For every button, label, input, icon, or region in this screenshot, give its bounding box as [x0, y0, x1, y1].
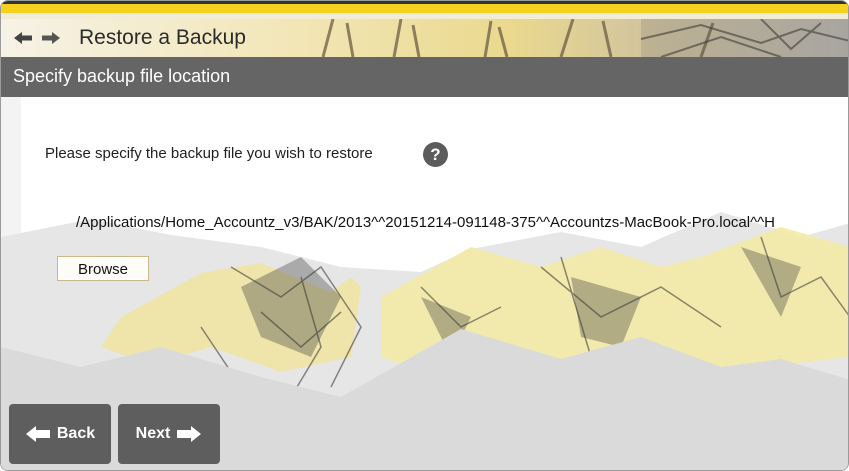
- main-panel: Please specify the backup file you wish …: [1, 97, 848, 470]
- app-window: Restore a Backup Specify backup file loc…: [0, 0, 849, 471]
- window-title: Restore a Backup: [79, 26, 246, 49]
- right-arrow-icon: [177, 426, 202, 442]
- next-button-label: Next: [135, 425, 171, 442]
- accent-stripe: [1, 4, 848, 13]
- next-button[interactable]: Next: [118, 404, 220, 464]
- back-button[interactable]: Back: [9, 404, 111, 464]
- left-arrow-icon[interactable]: [13, 30, 33, 46]
- right-arrow-icon[interactable]: [41, 30, 61, 46]
- back-button-label: Back: [56, 425, 96, 442]
- section-title: Specify backup file location: [13, 66, 231, 86]
- question-mark-icon[interactable]: ?: [423, 142, 448, 167]
- title-bar: Restore a Backup: [1, 19, 848, 57]
- section-header: Specify backup file location: [1, 57, 848, 97]
- browse-button[interactable]: Browse: [57, 256, 149, 281]
- backup-file-path: /Applications/Home_Accountz_v3/BAK/2013^…: [76, 214, 776, 231]
- history-nav: [13, 30, 61, 46]
- prompt-text: Please specify the backup file you wish …: [45, 145, 373, 162]
- left-arrow-icon: [25, 426, 50, 442]
